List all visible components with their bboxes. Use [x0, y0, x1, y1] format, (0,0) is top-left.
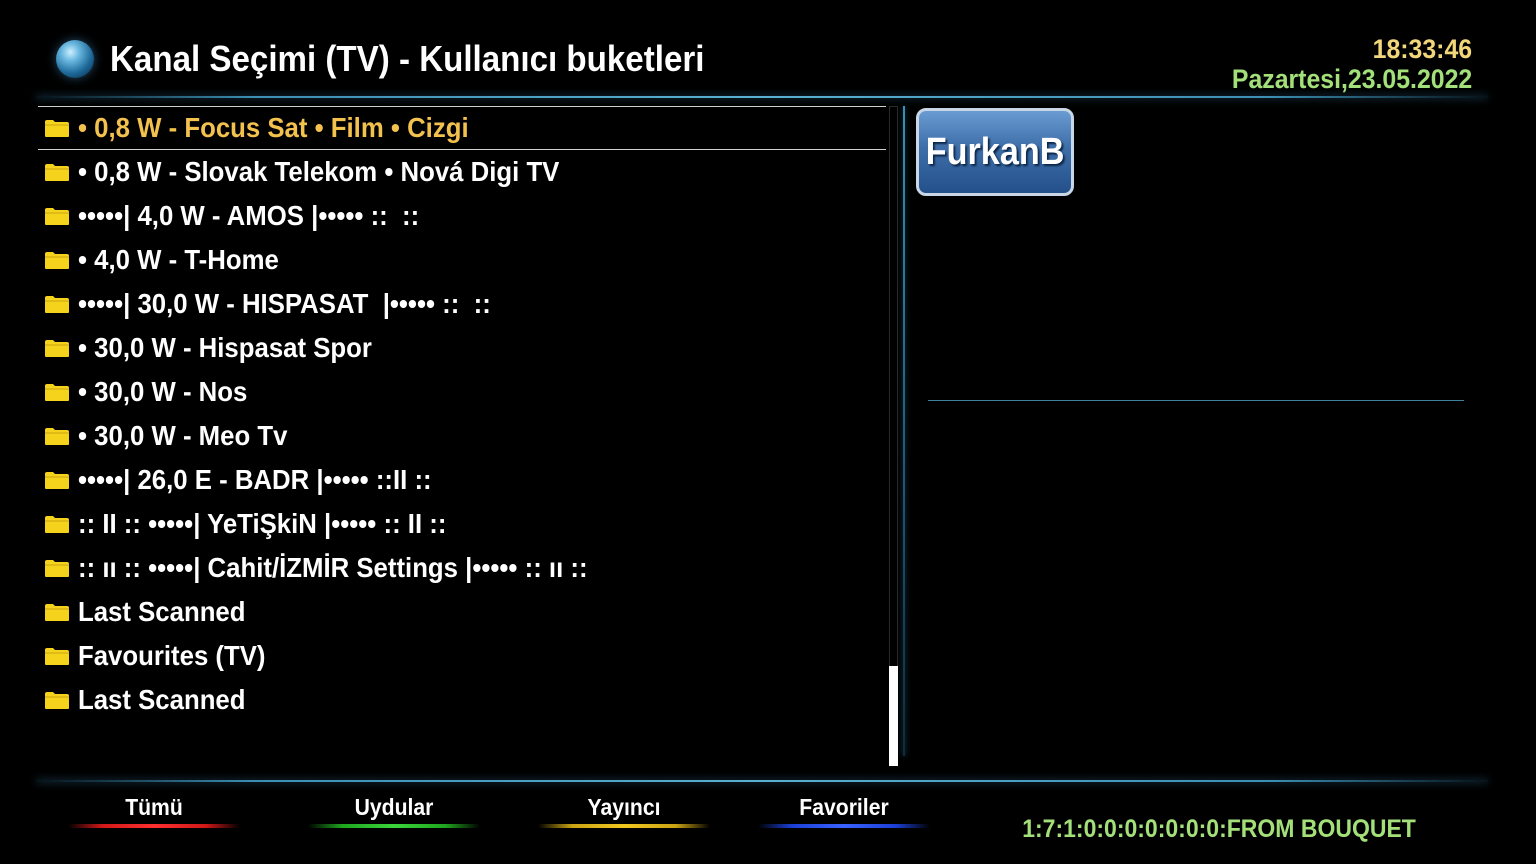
clock-date: Pazartesi,23.05.2022	[1231, 64, 1472, 94]
list-item[interactable]: • 30,0 W - Hispasat Spor	[38, 326, 886, 370]
folder-icon	[45, 251, 69, 269]
scrollbar-thumb[interactable]	[889, 666, 898, 766]
folder-icon	[45, 515, 69, 533]
list-item-label: • 4,0 W - T-Home	[78, 244, 279, 275]
list-item[interactable]: Favourites (TV)	[38, 634, 886, 678]
list-item[interactable]: • 0,8 W - Focus Sat • Film • Cizgi	[38, 106, 886, 150]
red-key-indicator	[68, 824, 240, 828]
green-key-indicator	[308, 824, 480, 828]
folder-icon	[45, 163, 69, 181]
list-item[interactable]: •••••| 4,0 W - AMOS |••••• :: ::	[38, 194, 886, 238]
folder-icon	[45, 207, 69, 225]
list-item-label: • 0,8 W - Focus Sat • Film • Cizgi	[78, 112, 469, 143]
bouquet-list: • 0,8 W - Focus Sat • Film • Cizgi • 0,8 …	[38, 106, 886, 766]
list-item[interactable]: • 30,0 W - Meo Tv	[38, 414, 886, 458]
green-button-label: Uydular	[354, 794, 434, 820]
list-item-label: •••••| 4,0 W - AMOS |••••• :: ::	[78, 200, 420, 231]
list-item-label: • 0,8 W - Slovak Telekom • Nová Digi TV	[78, 156, 560, 187]
list-item[interactable]: Last Scanned	[38, 590, 886, 634]
header-divider	[36, 96, 1488, 98]
green-button-satellites[interactable]: Uydular	[308, 794, 480, 834]
picon-label: FurkanB	[925, 130, 1065, 173]
list-item[interactable]: Last Scanned	[38, 678, 886, 722]
list-item-label: Last Scanned	[78, 684, 246, 715]
yellow-button-provider[interactable]: Yayıncı	[538, 794, 710, 834]
service-reference: 1:7:1:0:0:0:0:0:0:0:FROM BOUQUET	[1022, 815, 1416, 843]
list-item[interactable]: :: ıı :: •••••| Cahit/İZMİR Settings |••…	[38, 546, 886, 590]
list-item-label: •••••| 26,0 E - BADR |••••• ::II ::	[78, 464, 432, 495]
folder-icon	[45, 603, 69, 621]
page-title: Kanal Seçimi (TV) - Kullanıcı buketleri	[110, 38, 705, 79]
folder-icon	[45, 691, 69, 709]
footer-divider	[36, 780, 1488, 782]
yellow-key-indicator	[538, 824, 710, 828]
channel-selection-screen: Kanal Seçimi (TV) - Kullanıcı buketleri …	[0, 0, 1536, 864]
list-item-label: • 30,0 W - Nos	[78, 376, 248, 407]
list-item[interactable]: •••••| 26,0 E - BADR |••••• ::II ::	[38, 458, 886, 502]
red-button-label: Tümü	[125, 794, 183, 820]
globe-icon	[56, 40, 94, 78]
list-item-label: Favourites (TV)	[78, 640, 266, 671]
blue-button-favourites[interactable]: Favoriler	[758, 794, 930, 834]
list-item[interactable]: • 30,0 W - Nos	[38, 370, 886, 414]
folder-icon	[45, 339, 69, 357]
list-item[interactable]: • 0,8 W - Slovak Telekom • Nová Digi TV	[38, 150, 886, 194]
list-item[interactable]: :: II :: •••••| YeTiŞkiN |••••• :: II ::	[38, 502, 886, 546]
list-item-label: Last Scanned	[78, 596, 246, 627]
folder-icon	[45, 427, 69, 445]
blue-key-indicator	[758, 824, 930, 828]
folder-icon	[45, 295, 69, 313]
folder-icon	[45, 471, 69, 489]
folder-icon	[45, 383, 69, 401]
list-item-label: :: II :: •••••| YeTiŞkiN |••••• :: II ::	[78, 508, 447, 539]
channel-picon: FurkanB	[916, 108, 1074, 196]
info-divider	[928, 400, 1464, 401]
folder-icon	[45, 559, 69, 577]
list-item-label: • 30,0 W - Hispasat Spor	[78, 332, 372, 363]
list-item-label: •••••| 30,0 W - HISPASAT |••••• :: ::	[78, 288, 491, 319]
clock-time: 18:33:46	[1372, 34, 1472, 64]
list-item-label: :: ıı :: •••••| Cahit/İZMİR Settings |••…	[78, 552, 588, 583]
list-item[interactable]: •••••| 30,0 W - HISPASAT |••••• :: ::	[38, 282, 886, 326]
list-item[interactable]: • 4,0 W - T-Home	[38, 238, 886, 282]
folder-icon	[45, 647, 69, 665]
red-button-all[interactable]: Tümü	[68, 794, 240, 834]
panel-divider	[903, 106, 905, 756]
yellow-button-label: Yayıncı	[587, 794, 661, 820]
folder-icon	[45, 119, 69, 137]
list-item-label: • 30,0 W - Meo Tv	[78, 420, 288, 451]
blue-button-label: Favoriler	[799, 794, 889, 820]
